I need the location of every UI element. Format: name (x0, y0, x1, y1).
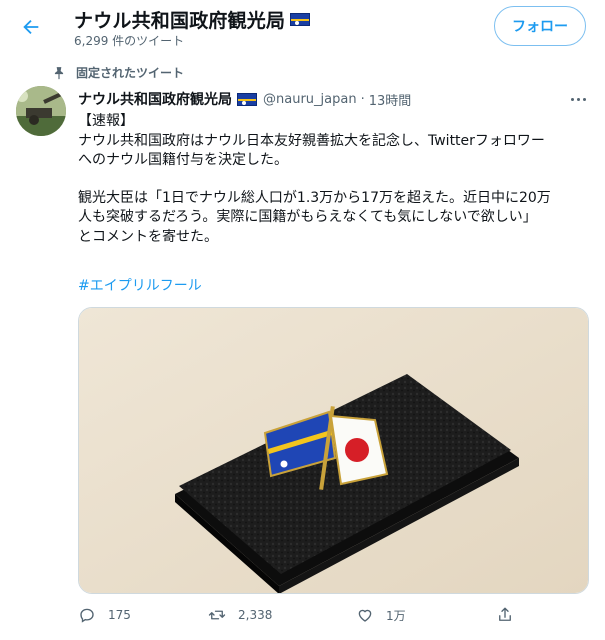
author-row: ナウル共和国政府観光局 @nauru_japan · 13時間 (78, 89, 411, 109)
nauru-flag-icon (237, 92, 257, 106)
tweet-line: 観光大臣は「1日でナウル総人口が1.3万から17万を超えた。近日中に20万 (78, 189, 551, 206)
pinned-indicator: 固定されたツイート (52, 64, 184, 81)
tweet-line: ナウル共和国政府はナウル日本友好親善拡大を記念し、Twitterフォロワー (78, 132, 545, 149)
arrow-left-icon (23, 19, 39, 35)
heart-icon (358, 609, 372, 622)
tweet-line: 【速報】 (78, 113, 134, 129)
tweet-line: とコメントを寄せた。 (78, 228, 218, 245)
tweet-media-photo[interactable] (78, 307, 589, 594)
share-icon (499, 607, 511, 621)
tweet-time[interactable]: 13時間 (369, 90, 412, 109)
reply-icon (80, 608, 94, 623)
back-button[interactable] (14, 10, 48, 44)
pinned-label: 固定されたツイート (76, 66, 185, 80)
nauru-flag-icon (290, 13, 311, 26)
reply-button[interactable]: 175 (78, 606, 131, 624)
retweet-icon (208, 610, 226, 620)
author-handle[interactable]: @nauru_japan (263, 92, 357, 107)
tweet-body: 【速報】 ナウル共和国政府はナウル日本友好親善拡大を記念し、Twitterフォロ… (78, 112, 593, 247)
profile-title: ナウル共和国政府観光局 (74, 10, 286, 32)
retweet-count: 2,338 (238, 608, 273, 622)
share-button[interactable] (496, 606, 514, 624)
more-horizontal-icon (570, 97, 574, 101)
flag-pin-photo (79, 308, 588, 593)
hashtag-link[interactable]: #エイプリルフール (78, 275, 202, 295)
reply-count: 175 (108, 608, 131, 622)
tweet-line: 人も突破するだろう。実際に国籍がもらえなくても気にしないで欲しい」 (78, 209, 537, 225)
avatar[interactable] (16, 86, 66, 136)
tweet-line: へのナウル国籍付与を決定した。 (78, 152, 288, 168)
pin-icon (54, 66, 64, 79)
tweet-actions: 175 2,338 1万 (0, 598, 605, 638)
like-button[interactable]: 1万 (356, 606, 406, 624)
profile-header: ナウル共和国政府観光局 6,299 件のツイート フォロー (0, 0, 605, 58)
avatar-image (16, 86, 66, 136)
author-name[interactable]: ナウル共和国政府観光局 (78, 89, 232, 109)
profile-title-row: ナウル共和国政府観光局 (74, 6, 311, 33)
more-options-button[interactable] (566, 88, 590, 110)
follow-button[interactable]: フォロー (494, 6, 586, 46)
tweet-count: 6,299 件のツイート (74, 34, 185, 48)
retweet-button[interactable]: 2,338 (208, 606, 272, 624)
like-count: 1万 (386, 608, 406, 623)
separator-dot: · (360, 91, 365, 107)
